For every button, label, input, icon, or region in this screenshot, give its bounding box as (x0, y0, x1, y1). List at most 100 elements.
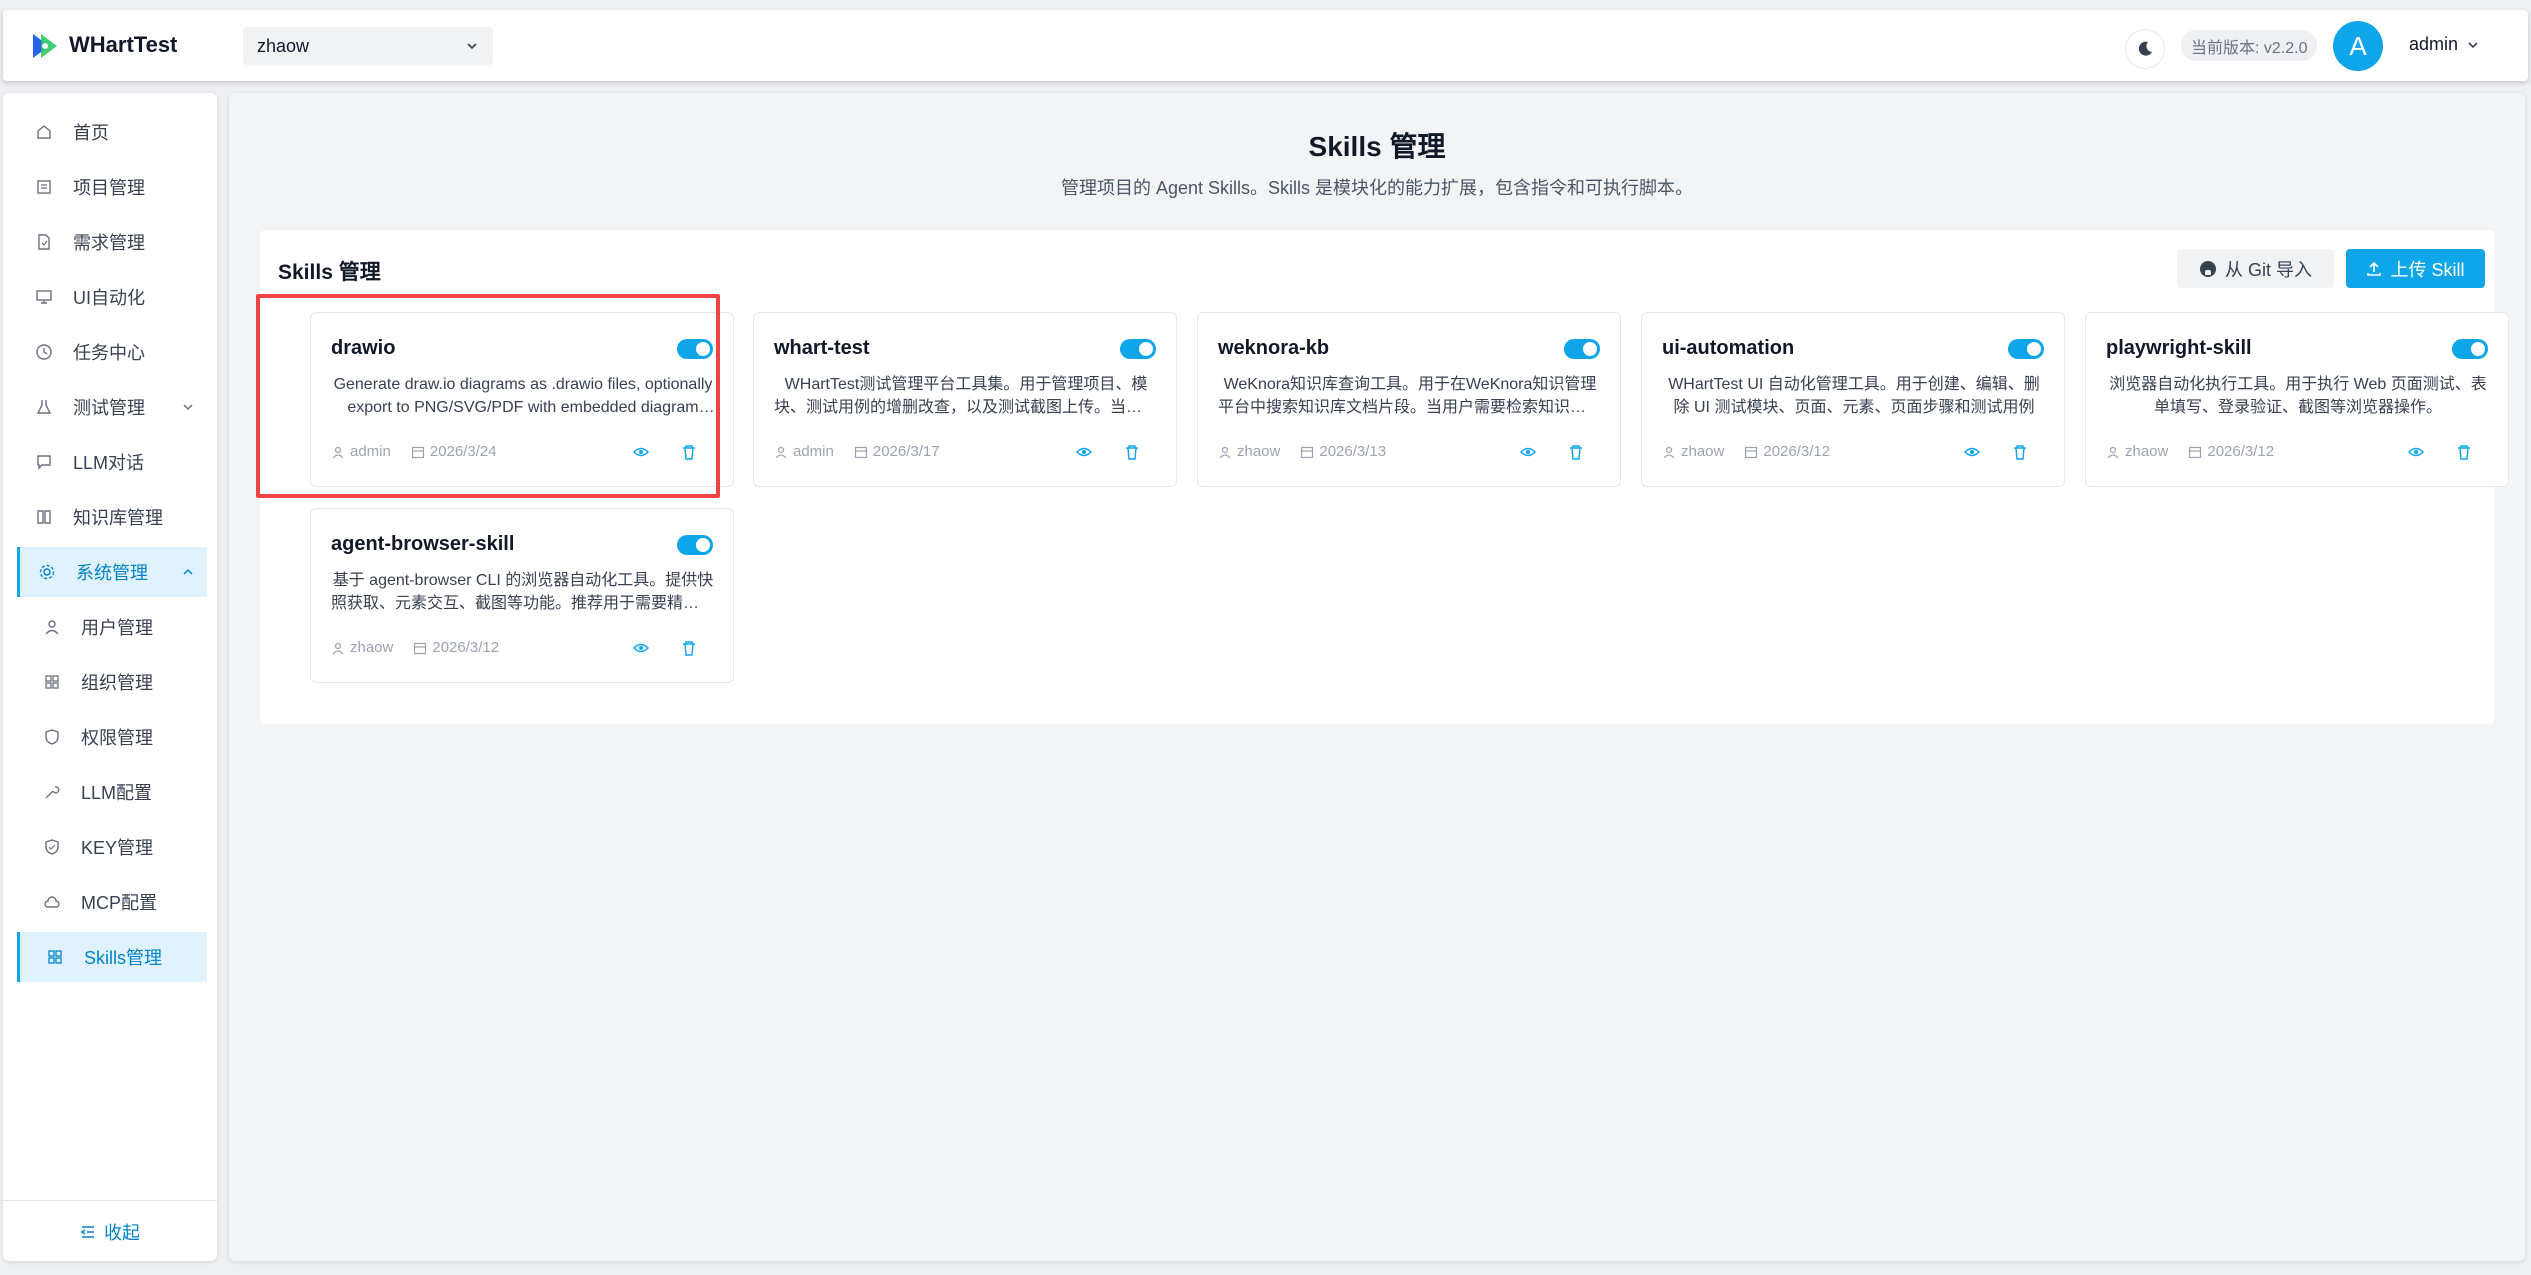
sidebar-item-label: 任务中心 (73, 343, 145, 363)
sidebar-item-mcp-config[interactable]: MCP配置 (17, 877, 207, 927)
trash-icon[interactable] (2012, 444, 2028, 460)
skill-name: playwright-skill (2106, 337, 2252, 359)
trash-icon[interactable] (681, 444, 697, 460)
git-import-button[interactable]: 从 Git 导入 (2177, 249, 2334, 288)
trash-icon[interactable] (2456, 444, 2472, 460)
eye-icon[interactable] (633, 640, 649, 656)
eye-icon[interactable] (1076, 444, 1092, 460)
calendar-icon (414, 642, 427, 654)
calendar-icon (1745, 446, 1758, 458)
skill-description: WHartTest UI 自动化管理工具。用于创建、编辑、删除 UI 测试模块、… (1668, 376, 2040, 416)
sidebar-item-users[interactable]: 用户管理 (17, 602, 207, 652)
eye-icon[interactable] (1964, 444, 1980, 460)
skill-description: 浏览器自动化执行工具。用于执行 Web 页面测试、表单填写、登录验证、截图等浏览… (2109, 376, 2487, 416)
page-subtitle: 管理项目的 Agent Skills。Skills 是模块化的能力扩展，包含指令… (1060, 178, 1694, 198)
skill-card[interactable]: agent-browser-skill 基于 agent-browser CLI… (310, 508, 734, 683)
main-content: Skills 管理 管理项目的 Agent Skills。Skills 是模块化… (229, 93, 2525, 1261)
sidebar-item-home[interactable]: 首页 (17, 107, 207, 157)
book-icon (37, 510, 51, 524)
sidebar-item-task-center[interactable]: 任务中心 (17, 327, 207, 377)
sidebar-item-system-management[interactable]: 系统管理 (17, 547, 207, 597)
skill-enable-toggle[interactable] (677, 535, 713, 555)
skill-enable-toggle[interactable] (2452, 339, 2488, 359)
skill-author: admin (793, 443, 834, 460)
sidebar-item-label: 首页 (73, 123, 109, 143)
sidebar-item-label: 用户管理 (81, 618, 153, 638)
git-import-label: 从 Git 导入 (2224, 259, 2312, 280)
skill-name: agent-browser-skill (331, 533, 515, 555)
sidebar-divider (3, 1200, 217, 1201)
tool-icon (45, 786, 60, 799)
eye-icon[interactable] (2408, 444, 2424, 460)
user-menu[interactable]: admin (2409, 34, 2480, 55)
eye-icon[interactable] (1520, 444, 1536, 460)
user-icon (45, 620, 59, 635)
home-icon (37, 125, 51, 139)
sidebar-item-label: 权限管理 (81, 728, 153, 748)
skill-description: 基于 agent-browser CLI 的浏览器自动化工具。提供快照获取、元素… (331, 572, 715, 612)
avatar[interactable]: A (2333, 21, 2383, 71)
chevron-down-icon (2468, 41, 2478, 48)
sidebar: 首页 项目管理 需求管理 UI自动化 任务中心 测试管理 LLM对话 知识库管理… (3, 93, 217, 1261)
sidebar-item-label: LLM配置 (81, 783, 153, 803)
upload-skill-button[interactable]: 上传 Skill (2346, 249, 2485, 288)
grid-icon (48, 950, 62, 964)
trash-icon[interactable] (1124, 444, 1140, 460)
chevron-down-icon (183, 404, 193, 411)
skill-meta: zhaow 2026/3/12 (331, 639, 499, 656)
version-badge: 当前版本: v2.2.0 (2181, 30, 2318, 61)
user-icon (1219, 446, 1231, 458)
sidebar-item-llm-chat[interactable]: LLM对话 (17, 437, 207, 487)
doc-icon (38, 234, 50, 250)
skill-meta: zhaow 2026/3/12 (2106, 443, 2274, 460)
skill-card[interactable]: drawio Generate draw.io diagrams as .dra… (310, 312, 734, 487)
calendar-icon (2189, 446, 2202, 458)
sidebar-item-knowledge-base[interactable]: 知识库管理 (17, 492, 207, 542)
sidebar-item-projects[interactable]: 项目管理 (17, 162, 207, 212)
skill-meta: zhaow 2026/3/13 (1218, 443, 1386, 460)
collapse-button[interactable]: 收起 (3, 1219, 217, 1245)
skill-description: WeKnora知识库查询工具。用于在WeKnora知识管理平台中搜索知识库文档片… (1218, 376, 1602, 416)
user-icon (332, 642, 344, 654)
sidebar-item-permissions[interactable]: 权限管理 (17, 712, 207, 762)
theme-toggle-button[interactable] (2125, 29, 2165, 69)
shield-icon (45, 839, 59, 855)
skill-description: Generate draw.io diagrams as .drawio fil… (333, 376, 713, 416)
sidebar-item-label: 系统管理 (76, 563, 148, 583)
sidebar-item-ui-automation[interactable]: UI自动化 (17, 272, 207, 322)
sidebar-item-organizations[interactable]: 组织管理 (17, 657, 207, 707)
sidebar-item-requirements[interactable]: 需求管理 (17, 217, 207, 267)
project-select[interactable]: zhaow (243, 27, 493, 65)
flask-icon (36, 400, 52, 414)
sidebar-item-label: 需求管理 (73, 233, 145, 253)
sidebar-item-llm-config[interactable]: LLM配置 (17, 767, 207, 817)
skill-date: 2026/3/17 (872, 443, 940, 460)
app-title: WHartTest (69, 32, 178, 57)
skill-card[interactable]: weknora-kb WeKnora知识库查询工具。用于在WeKnora知识管理… (1197, 312, 1621, 487)
trash-icon[interactable] (681, 640, 697, 656)
sidebar-item-test-management[interactable]: 测试管理 (17, 382, 207, 432)
skill-card[interactable]: ui-automation WHartTest UI 自动化管理工具。用于创建、… (1641, 312, 2065, 487)
sidebar-item-label: 知识库管理 (73, 508, 163, 528)
app-logo (33, 34, 57, 58)
trash-icon[interactable] (1568, 444, 1584, 460)
chat-icon (37, 455, 51, 470)
sidebar-item-key-management[interactable]: KEY管理 (17, 822, 207, 872)
eye-icon[interactable] (633, 444, 649, 460)
skill-enable-toggle[interactable] (2008, 339, 2044, 359)
sidebar-item-label: LLM对话 (73, 453, 145, 473)
list-icon (37, 180, 51, 194)
skill-author: zhaow (1681, 443, 1725, 460)
monitor-icon (36, 290, 52, 304)
skill-enable-toggle[interactable] (1564, 339, 1600, 359)
skill-card[interactable]: playwright-skill 浏览器自动化执行工具。用于执行 Web 页面测… (2085, 312, 2509, 487)
calendar-icon (1301, 446, 1314, 458)
skill-enable-toggle[interactable] (677, 339, 713, 359)
skill-author: zhaow (2125, 443, 2169, 460)
skill-enable-toggle[interactable] (1120, 339, 1156, 359)
gear-icon (39, 564, 55, 580)
user-icon (2107, 446, 2119, 458)
skill-card[interactable]: whart-test WHartTest测试管理平台工具集。用于管理项目、模块、… (753, 312, 1177, 487)
top-header: WHartTest zhaow 当前版本: v2.2.0 A admin (3, 10, 2528, 81)
sidebar-item-skills[interactable]: Skills管理 (17, 932, 207, 982)
